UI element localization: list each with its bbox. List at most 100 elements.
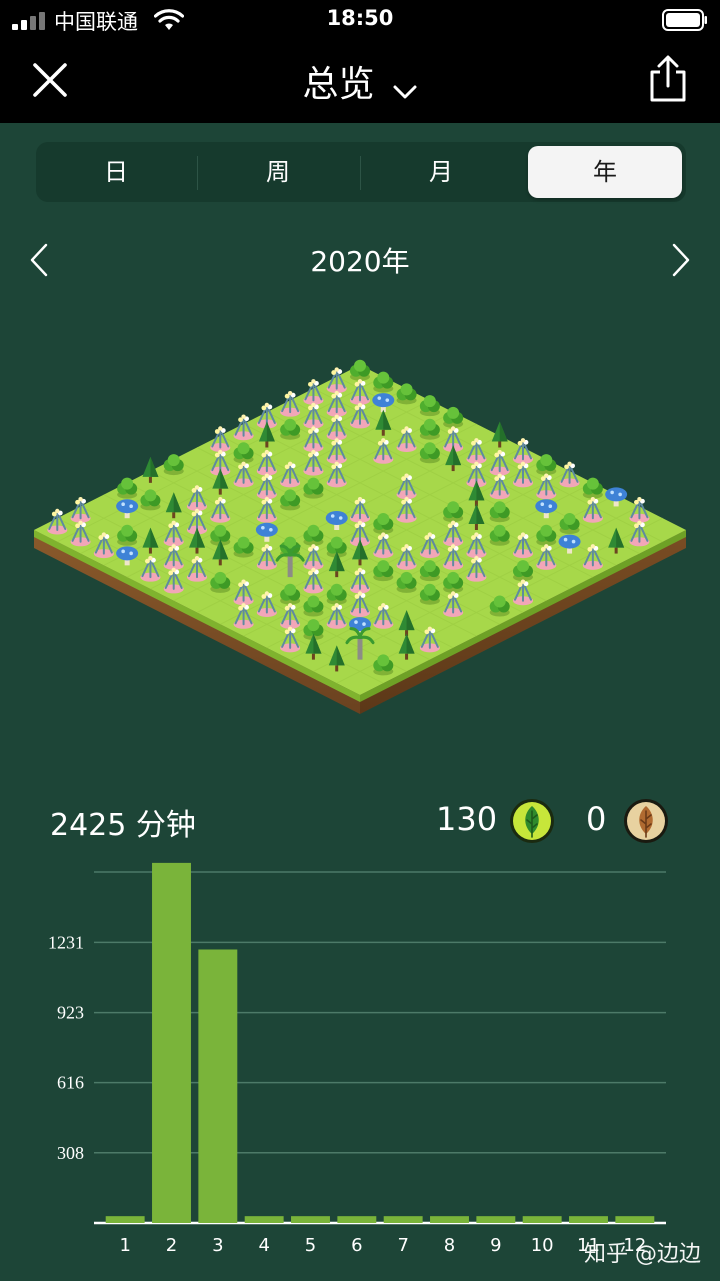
palm-trunk (357, 637, 363, 660)
x-tick-label: 1 (119, 1235, 130, 1256)
x-tick-label: 9 (490, 1235, 501, 1256)
blossom (334, 603, 339, 608)
bush-leaf (121, 477, 134, 490)
chart-x-ticks: 1 2 3 4 5 6 7 8 9 10 11 12 (119, 1235, 646, 1256)
mushroom-dot (540, 502, 545, 507)
blossom (567, 461, 572, 467)
bush-leaf (237, 536, 250, 549)
battery-icon (662, 9, 707, 31)
chart-bar (383, 1216, 423, 1223)
blossom (520, 438, 526, 443)
blossom (474, 532, 479, 537)
blossom (544, 544, 549, 549)
blossom (474, 461, 479, 467)
share-icon[interactable] (646, 54, 690, 104)
bush-leaf (377, 654, 390, 667)
blossom (287, 461, 293, 467)
x-tick-label: 3 (212, 1235, 223, 1256)
blossom (334, 390, 339, 396)
blossom (450, 591, 456, 596)
mushroom-cap (372, 393, 395, 408)
mushroom-dot (563, 537, 568, 542)
bush-leaf (493, 524, 506, 537)
blossom (311, 567, 316, 573)
y-tick-label: 308 (57, 1143, 84, 1163)
bush-leaf (330, 536, 343, 549)
blossom (357, 591, 363, 596)
tab-month[interactable]: 月 (361, 146, 521, 198)
blossom (520, 461, 526, 467)
blossom (264, 591, 270, 596)
mushroom-dot (269, 527, 273, 532)
mushroom-dot (129, 551, 133, 556)
bush-leaf (540, 454, 553, 467)
mushroom-dot (354, 620, 358, 624)
palm-trunk (287, 555, 293, 578)
wifi-icon (154, 9, 184, 30)
blossom (427, 532, 433, 537)
bush-leaf (423, 583, 436, 596)
leaf-icon (510, 799, 554, 843)
year-label: 2020年 (310, 245, 410, 278)
chart-bar (198, 949, 238, 1223)
top-bar: 中国联通 18:50 总览 (0, 0, 720, 123)
chevron-left-icon[interactable] (26, 242, 52, 278)
blossom (357, 520, 363, 525)
blossom (311, 402, 316, 408)
blossom (101, 532, 107, 537)
status-bar: 中国联通 18:50 (0, 0, 720, 40)
blossom (218, 497, 223, 502)
blossom (497, 473, 502, 478)
bush-leaf (284, 583, 297, 596)
tree-trunk (311, 653, 315, 660)
blossom (334, 438, 339, 443)
blossom (78, 520, 83, 525)
chart-bar (569, 1216, 608, 1223)
tree-trunk (614, 547, 618, 554)
tree-trunk (498, 441, 502, 448)
x-tick-label: 10 (531, 1235, 554, 1256)
blossom (311, 379, 316, 384)
bush-leaf (144, 489, 157, 502)
tab-year[interactable]: 年 (528, 146, 682, 198)
bush-leaf (423, 560, 436, 573)
blossom (264, 402, 270, 408)
bush-leaf (307, 477, 320, 490)
bush-leaf (330, 583, 343, 596)
blossom (520, 532, 526, 537)
y-tick-label: 923 (57, 1003, 84, 1023)
blossom (381, 438, 386, 443)
tab-day[interactable]: 日 (36, 146, 196, 198)
tab-week[interactable]: 周 (198, 146, 358, 198)
close-icon[interactable] (30, 60, 70, 100)
blossom (287, 626, 293, 632)
blossom (404, 544, 409, 549)
bush-leaf (447, 571, 460, 584)
bush-leaf (307, 595, 320, 608)
total-minutes: 2425 分钟 (50, 808, 196, 843)
tree-trunk (148, 476, 152, 483)
tree-trunk (218, 559, 222, 566)
bush-leaf (237, 442, 250, 455)
blossom (590, 497, 596, 502)
mushroom-dot (377, 396, 382, 400)
period-segmented-control: 日 周 月 年 (36, 142, 686, 202)
bush-leaf (563, 513, 576, 525)
chart-bar (430, 1216, 469, 1223)
chevron-right-icon[interactable] (668, 242, 694, 278)
mushroom-cap (558, 534, 581, 549)
bush-leaf (447, 406, 460, 419)
blossom (241, 461, 246, 467)
chart-bars (105, 862, 655, 1223)
title-dropdown[interactable]: 总览 (302, 64, 417, 105)
bush-leaf (307, 524, 320, 537)
tree-trunk (405, 653, 409, 660)
blossom (404, 426, 409, 431)
blossom (241, 414, 246, 419)
x-tick-label: 6 (351, 1235, 362, 1256)
blossom (357, 497, 363, 502)
blossom (311, 426, 316, 431)
blossom (241, 579, 246, 584)
monthly-bar-chart: 3086169231231 1 2 3 4 5 6 7 8 9 10 11 12 (48, 862, 666, 1256)
title-wrap: 总览 (0, 55, 720, 107)
